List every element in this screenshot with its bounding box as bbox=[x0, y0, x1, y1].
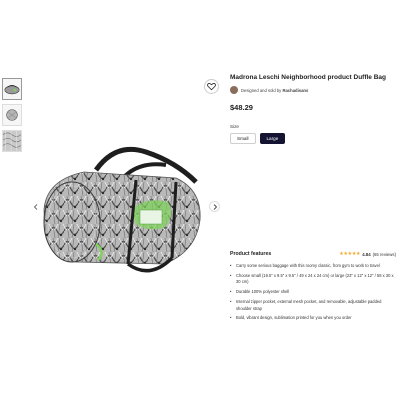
product-title: Madrona Leschi Neighborhood product Duff… bbox=[230, 74, 386, 81]
page-footer-area bbox=[0, 329, 400, 400]
favorite-button[interactable] bbox=[204, 79, 219, 94]
size-option-small[interactable]: Small bbox=[230, 133, 256, 144]
size-selector: Small Large bbox=[230, 133, 396, 144]
review-count: (65 reviews) bbox=[372, 251, 396, 257]
rating-value: 4.84 bbox=[362, 251, 371, 257]
product-details: Madrona Leschi Neighborhood product Duff… bbox=[230, 70, 396, 144]
list-item: Choose small (19.5" x 9.5" x 9.5" / 49 x… bbox=[230, 273, 396, 286]
product-price: $48.29 bbox=[230, 103, 253, 112]
thumbnail-bag[interactable] bbox=[2, 78, 22, 100]
list-item: Bold, vibrant design, sublimation printe… bbox=[230, 315, 396, 322]
seller-text: Designed and sold by Rachadisans bbox=[241, 88, 308, 93]
size-label: Size bbox=[230, 124, 239, 129]
rating-summary[interactable]: ★★★★★ 4.84 (65 reviews) bbox=[339, 251, 396, 257]
duffle-bag-image bbox=[43, 146, 201, 273]
size-option-large[interactable]: Large bbox=[259, 133, 286, 144]
features-header: Product features ★★★★★ 4.84 (65 reviews) bbox=[230, 251, 396, 257]
designed-by-label: Designed and sold by bbox=[241, 87, 282, 93]
feature-list: Carry some serious baggage with this roo… bbox=[230, 263, 396, 322]
list-item: Internal zipper pocket, external mesh po… bbox=[230, 299, 396, 312]
features-title: Product features bbox=[230, 251, 272, 257]
list-item: Carry some serious baggage with this roo… bbox=[230, 263, 396, 270]
product-features: Product features ★★★★★ 4.84 (65 reviews)… bbox=[230, 251, 396, 325]
next-image-button[interactable] bbox=[209, 201, 220, 212]
thumbnail-pattern[interactable] bbox=[2, 130, 22, 152]
designer-link[interactable]: Rachadisans bbox=[282, 88, 308, 93]
chevron-right-icon bbox=[213, 203, 217, 210]
page-header-area bbox=[0, 0, 400, 67]
list-item: Durable 100% polyester shell bbox=[230, 289, 396, 296]
thumbnail-bag-side[interactable] bbox=[2, 104, 22, 126]
star-rating: ★★★★★ bbox=[339, 251, 360, 257]
seller-info: Designed and sold by Rachadisans bbox=[230, 86, 396, 94]
avatar[interactable] bbox=[230, 86, 238, 94]
heart-icon bbox=[207, 83, 216, 91]
thumbnail-list bbox=[2, 78, 24, 156]
star-icon: ★ bbox=[356, 251, 361, 257]
